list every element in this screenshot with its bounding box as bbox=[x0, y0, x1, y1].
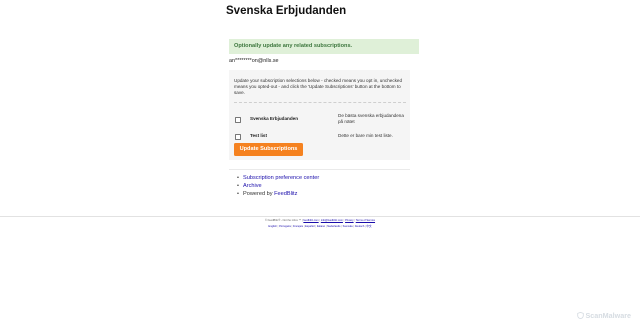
list-item: Subscription preference center bbox=[237, 174, 319, 182]
section-divider bbox=[229, 169, 410, 170]
language-link[interactable]: Deutsch bbox=[355, 225, 365, 228]
watermark: ScanMalware bbox=[577, 311, 631, 320]
footer-link-home[interactable]: feedblitz.com bbox=[303, 219, 318, 222]
language-link[interactable]: Español bbox=[305, 225, 314, 228]
language-link[interactable]: Nederlands bbox=[327, 225, 340, 228]
archive-link[interactable]: Archive bbox=[243, 183, 262, 189]
list-description: De bästa svenska erbjudandena på nätet bbox=[338, 113, 404, 124]
language-link[interactable]: Français bbox=[293, 225, 303, 228]
language-link[interactable]: Svenska bbox=[343, 225, 353, 228]
subscription-row: Test list Dette er bare min test liste. bbox=[229, 130, 410, 142]
language-link[interactable]: Italiano bbox=[317, 225, 325, 228]
update-subscriptions-button[interactable]: Update Subscriptions bbox=[234, 143, 303, 156]
language-link[interactable]: Português bbox=[279, 225, 291, 228]
list-item: Powered by FeedBlitz bbox=[237, 190, 319, 198]
subscription-checkbox[interactable] bbox=[235, 134, 241, 140]
subscription-checkbox[interactable] bbox=[235, 117, 241, 123]
links-list: Subscription preference center Archive P… bbox=[236, 174, 319, 198]
footer-languages: English | Português | Français | Español… bbox=[268, 225, 372, 228]
powered-by-label: Powered by bbox=[243, 191, 275, 197]
subscription-row: Svenska Erbjudanden De bästa svenska erb… bbox=[229, 113, 410, 125]
language-link[interactable]: English bbox=[268, 225, 277, 228]
shield-icon bbox=[577, 312, 584, 319]
instructions-text: Update your subscription selections belo… bbox=[234, 78, 403, 96]
copyright-text: © FeedBlitz® - Not the inbox ™ | bbox=[264, 219, 303, 222]
page-title: Svenska Erbjudanden bbox=[226, 5, 347, 17]
subscriber-email: an********on@nlls.se bbox=[229, 58, 279, 64]
watermark-text: ScanMalware bbox=[585, 311, 631, 320]
footer-link-terms[interactable]: Terms of Service bbox=[356, 219, 375, 222]
subscription-panel: Update your subscription selections belo… bbox=[229, 70, 410, 160]
list-item: Archive bbox=[237, 182, 319, 190]
preference-center-link[interactable]: Subscription preference center bbox=[243, 175, 319, 181]
footer-copyright: © FeedBlitz® - Not the inbox ™ | feedbli… bbox=[264, 219, 376, 222]
footer-divider bbox=[0, 216, 640, 217]
language-link[interactable]: 中文 bbox=[366, 225, 371, 228]
feedblitz-link[interactable]: FeedBlitz bbox=[274, 191, 297, 197]
list-description: Dette er bare min test liste. bbox=[338, 133, 393, 138]
list-name: Svenska Erbjudanden bbox=[250, 116, 298, 121]
dashed-divider bbox=[234, 102, 406, 103]
footer-link-privacy[interactable]: Privacy bbox=[345, 219, 354, 222]
footer-link-email[interactable]: info@feedblitz.com bbox=[321, 219, 343, 222]
list-name: Test list bbox=[250, 133, 268, 138]
update-notice: Optionally update any related subscripti… bbox=[229, 39, 419, 54]
